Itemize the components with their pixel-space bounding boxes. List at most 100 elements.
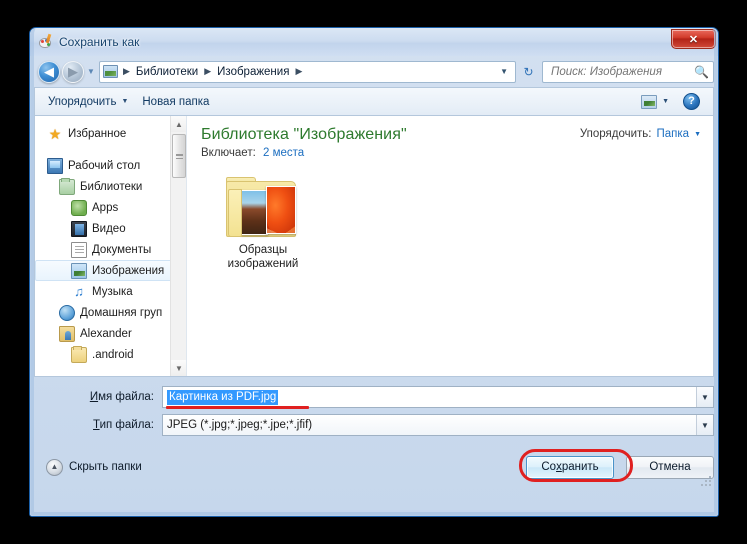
new-folder-button[interactable]: Новая папка [135, 93, 216, 111]
filename-row: Имя файла: Картинка из PDF.jpg ▼ [34, 386, 714, 408]
chevron-down-icon[interactable]: ▼ [696, 387, 713, 407]
save-as-dialog: Сохранить как ✕ ◀ ▶ ▼ ▶ Библиотеки ▶ Изо… [29, 27, 719, 517]
search-input[interactable] [549, 64, 695, 79]
sidebar-item-label: Музыка [92, 285, 133, 298]
view-layout-icon [641, 94, 658, 109]
refresh-icon[interactable]: ↻ [518, 61, 539, 83]
sidebar-item-label: Apps [92, 201, 119, 214]
breadcrumb-separator: ▶ [123, 66, 130, 76]
help-button[interactable]: ? [676, 90, 707, 113]
chevron-up-icon: ▲ [46, 458, 63, 476]
sidebar-item-apps[interactable]: Apps [35, 197, 186, 218]
sidebar-item-label: Рабочий стол [68, 159, 141, 172]
close-button[interactable]: ✕ [671, 29, 716, 49]
star-icon: ★ [48, 125, 62, 142]
library-folder-icon [59, 177, 75, 195]
search-icon: 🔍 [694, 64, 709, 79]
chevron-down-icon[interactable]: ▼ [495, 67, 513, 76]
scroll-up-arrow[interactable]: ▲ [171, 116, 186, 132]
folder-with-pictures-icon [226, 177, 300, 239]
library-header: Библиотека "Изображения" Включает: 2 мес… [201, 126, 701, 159]
scroll-down-arrow[interactable]: ▼ [171, 360, 186, 376]
sidebar-item-label: Домашняя груп [80, 306, 163, 319]
list-item[interactable]: Образцы изображений [215, 177, 311, 271]
sidebar-item-label: Избранное [68, 127, 127, 140]
homegroup-icon [59, 304, 75, 321]
breadcrumb-separator: ▶ [295, 66, 303, 76]
page-title: Библиотека "Изображения" [201, 126, 407, 143]
chevron-down-icon: ▼ [662, 98, 669, 105]
breadcrumb-libraries[interactable]: Библиотеки [134, 65, 200, 79]
title-bar[interactable]: Сохранить как ✕ [30, 28, 718, 56]
sidebar-item-favorites[interactable]: ★ Избранное [35, 123, 186, 144]
sidebar-item-desktop[interactable]: Рабочий стол [35, 155, 186, 176]
sidebar-item-label: Изображения [92, 264, 165, 277]
sidebar-item-label: Библиотеки [80, 180, 143, 193]
address-bar[interactable]: ▶ Библиотеки ▶ Изображения ▶ ▼ [99, 60, 516, 83]
sidebar-item-label: Alexander [80, 327, 132, 340]
video-library-icon [71, 220, 87, 237]
sidebar-item-alexander[interactable]: Alexander [35, 323, 186, 344]
forward-button[interactable]: ▶ [62, 60, 84, 83]
save-button[interactable]: Со х ранить [526, 455, 614, 479]
browser-body: ★ Избранное Рабочий стол Библиотеки Apps… [34, 115, 714, 377]
dialog-footer: ▲ Скрыть папки Со х ранить Отмена [34, 449, 714, 486]
navigation-bar: ◀ ▶ ▼ ▶ Библиотеки ▶ Изображения ▶ ▼ ↻ 🔍 [34, 56, 714, 87]
pictures-library-icon [71, 262, 87, 279]
change-view-button[interactable]: ▼ [634, 92, 676, 112]
command-bar: Упорядочить ▼ Новая папка ▼ ? [34, 87, 714, 115]
recent-locations-button[interactable]: ▼ [84, 67, 98, 76]
filename-field[interactable]: Картинка из PDF.jpg ▼ [162, 386, 714, 408]
sidebar-item-label: Видео [92, 222, 126, 235]
sidebar-item-label: Документы [92, 243, 152, 256]
sidebar-item-label: .android [92, 348, 134, 361]
arrange-label: Упорядочить: [579, 128, 652, 140]
library-includes: Включает: 2 места [201, 147, 580, 159]
filename-value-wrap[interactable]: Картинка из PDF.jpg [167, 389, 696, 405]
annotation-underline [166, 406, 309, 409]
resize-grip[interactable] [701, 474, 713, 486]
library-header-left: Библиотека "Изображения" Включает: 2 мес… [201, 126, 580, 159]
arrange-by-control[interactable]: Упорядочить: Папка ▼ [580, 126, 701, 140]
search-box[interactable]: 🔍 [542, 60, 714, 83]
music-library-icon: ♫ [74, 283, 84, 299]
filetype-label: Тип файла: [93, 419, 154, 431]
chevron-down-icon[interactable]: ▼ [694, 131, 701, 138]
includes-label: Включает: [201, 147, 256, 159]
file-list-pane[interactable]: Библиотека "Изображения" Включает: 2 мес… [187, 116, 713, 376]
organize-button[interactable]: Упорядочить ▼ [41, 93, 135, 111]
list-item-label-line2: изображений [227, 258, 299, 270]
desktop-icon [47, 157, 63, 174]
picture-library-icon [103, 65, 118, 78]
breadcrumb-separator: ▶ [204, 66, 212, 76]
breadcrumb-pictures[interactable]: Изображения [215, 65, 291, 79]
hide-folders-button[interactable]: ▲ Скрыть папки [34, 458, 142, 476]
save-form: Имя файла: Картинка из PDF.jpg ▼ Тип фай… [34, 386, 714, 444]
sidebar-item-libraries[interactable]: Библиотеки [35, 176, 186, 197]
filetype-value: JPEG (*.jpg;*.jpeg;*.jpe;*.jfif) [167, 419, 313, 431]
new-folder-label: Новая папка [142, 95, 210, 108]
sidebar-item-video[interactable]: Видео [35, 218, 186, 239]
window-title: Сохранить как [59, 35, 140, 49]
filename-value[interactable]: Картинка из PDF.jpg [167, 389, 279, 405]
organize-label: Упорядочить [48, 95, 117, 108]
sidebar-item-documents[interactable]: Документы [35, 239, 186, 260]
sidebar-item-android[interactable]: .android [35, 344, 186, 365]
sidebar-item-music[interactable]: ♫ Музыка [35, 281, 186, 302]
filetype-row: Тип файла: JPEG (*.jpg;*.jpeg;*.jpe;*.jf… [34, 414, 714, 436]
paint-palette-icon [38, 33, 54, 50]
back-button[interactable]: ◀ [38, 60, 60, 83]
includes-link[interactable]: 2 места [263, 147, 304, 159]
arrange-value[interactable]: Папка [656, 128, 689, 140]
sidebar-item-homegroup[interactable]: Домашняя груп [35, 302, 186, 323]
filetype-select[interactable]: JPEG (*.jpg;*.jpeg;*.jpe;*.jfif) ▼ [162, 414, 714, 436]
documents-library-icon [71, 241, 87, 258]
scrollbar-thumb[interactable] [172, 134, 186, 178]
sidebar-scrollbar[interactable]: ▲ ▼ [170, 116, 186, 376]
chevron-down-icon: ▼ [121, 98, 129, 105]
navigation-pane: ★ Избранное Рабочий стол Библиотеки Apps… [35, 116, 187, 376]
list-item-label-line1: Образцы [238, 244, 288, 256]
chevron-down-icon[interactable]: ▼ [696, 415, 713, 435]
sidebar-item-pictures[interactable]: Изображения [35, 260, 184, 281]
